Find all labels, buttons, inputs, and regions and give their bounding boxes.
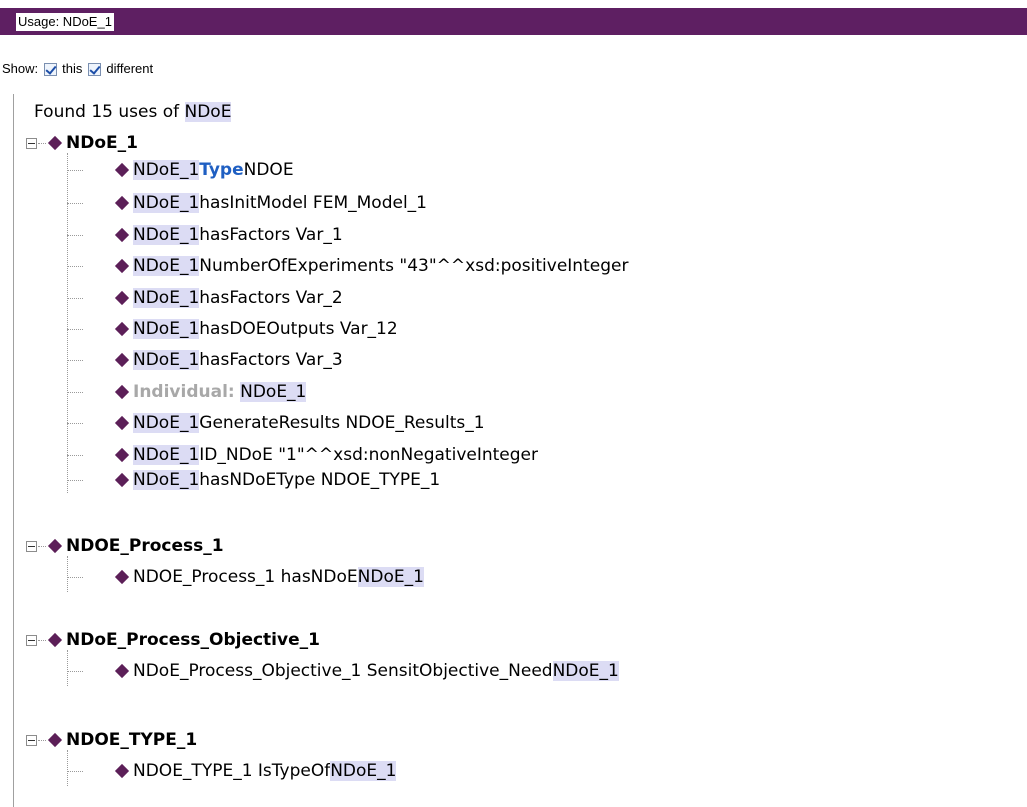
row-object: NDoE_1	[330, 761, 397, 781]
usage-row[interactable]: NDoE_1 ID_NDoE "1"^^xsd:nonNegativeInteg…	[67, 443, 538, 467]
tree-connector	[38, 639, 46, 641]
usage-row[interactable]: NDoE_1 hasNDoEType NDOE_TYPE_1	[67, 468, 440, 492]
collapse-icon[interactable]	[26, 734, 37, 746]
usage-row[interactable]: NDoE_1 hasInitModel FEM_Model_1	[67, 191, 427, 215]
group-header-label: NDoE_Process_Objective_1	[66, 630, 320, 650]
different-checkbox[interactable]	[88, 62, 102, 76]
individual-icon	[114, 447, 130, 463]
usage-row[interactable]: NDoE_1 NumberOfExperiments "43"^^xsd:pos…	[67, 254, 628, 278]
row-subject: NDoE_1	[133, 319, 200, 339]
individual-icon	[114, 321, 130, 337]
tree-connector	[38, 739, 46, 741]
tree-connector	[38, 142, 46, 144]
row-object: NDoE_1	[552, 661, 619, 681]
usage-row[interactable]: NDoE_1 hasFactors Var_2	[67, 286, 343, 310]
collapse-icon[interactable]	[26, 137, 37, 149]
group-header-label: NDOE_Process_1	[66, 536, 224, 556]
usage-row[interactable]: NDOE_Process_1 hasNDoE NDoE_1	[67, 565, 424, 589]
individual-icon	[114, 569, 130, 585]
group-header[interactable]: NDOE_Process_1	[26, 534, 224, 558]
row-subject: NDoE_1	[133, 160, 200, 180]
row-subject: NDoE_1	[133, 350, 200, 370]
individual-icon	[114, 290, 130, 306]
row-subject: NDoE_1	[133, 256, 200, 276]
tree-connector	[38, 545, 46, 547]
usage-title: Usage: NDoE_1	[16, 13, 114, 31]
found-prefix: Found 15 uses of	[34, 102, 185, 122]
row-subject: NDoE_1	[133, 470, 200, 490]
row-subject: NDoE_1	[133, 193, 200, 213]
usage-row[interactable]: NDoE_Process_Objective_1 SensitObjective…	[67, 659, 619, 683]
individual-icon	[47, 538, 63, 554]
usage-row[interactable]: NDoE_1 hasFactors Var_3	[67, 348, 343, 372]
individual-icon	[114, 352, 130, 368]
individual-icon	[47, 732, 63, 748]
individual-icon	[114, 195, 130, 211]
individual-icon	[47, 135, 63, 151]
usage-titlebar: Usage: NDoE_1	[0, 8, 1027, 35]
individual-icon	[114, 472, 130, 488]
different-checkbox-label: different	[106, 61, 154, 76]
this-checkbox[interactable]	[44, 62, 58, 76]
usage-row[interactable]: NDoE_1 hasFactors Var_1	[67, 223, 343, 247]
found-summary: Found 15 uses of NDoE	[34, 101, 232, 123]
individual-icon	[114, 162, 130, 178]
individual-icon	[114, 258, 130, 274]
found-entity: NDoE	[184, 102, 232, 122]
individual-icon	[47, 632, 63, 648]
group-header[interactable]: NDOE_TYPE_1	[26, 728, 197, 752]
group-header[interactable]: NDoE_Process_Objective_1	[26, 628, 320, 652]
row-keyword: Type	[199, 160, 244, 180]
show-filter-bar: Show: this different	[0, 58, 153, 80]
row-subject: NDoE_1	[133, 445, 200, 465]
group-header-label: NDOE_TYPE_1	[66, 730, 198, 750]
row-subject: NDoE_1	[133, 413, 200, 433]
individual-icon	[114, 415, 130, 431]
usage-row[interactable]: Individual: NDoE_1	[67, 380, 307, 404]
collapse-icon[interactable]	[26, 540, 37, 552]
row-subject: NDoE_1	[133, 288, 200, 308]
show-label: Show:	[2, 61, 39, 76]
individual-icon	[114, 227, 130, 243]
tree-panel-border	[13, 94, 14, 807]
individual-keyword: Individual:	[133, 382, 235, 402]
collapse-icon[interactable]	[26, 634, 37, 646]
row-object: NDoE_1	[357, 567, 424, 587]
individual-icon	[114, 384, 130, 400]
individual-icon	[114, 663, 130, 679]
usage-row[interactable]: NDoE_1 GenerateResults NDOE_Results_1	[67, 411, 485, 435]
usage-row[interactable]: NDoE_1 hasDOEOutputs Var_12	[67, 317, 398, 341]
group-header-label: NDoE_1	[66, 133, 138, 153]
usage-view: Usage: NDoE_1 Show: this different Found…	[0, 0, 1027, 807]
row-subject: NDoE_1	[133, 225, 200, 245]
this-checkbox-label: this	[62, 61, 83, 76]
individual-icon	[114, 763, 130, 779]
usage-row[interactable]: NDOE_TYPE_1 IsTypeOf NDoE_1	[67, 759, 397, 783]
group-header[interactable]: NDoE_1	[26, 131, 138, 155]
row-subject: NDoE_1	[240, 382, 307, 402]
usage-row[interactable]: NDoE_1 Type NDOE	[67, 158, 294, 182]
